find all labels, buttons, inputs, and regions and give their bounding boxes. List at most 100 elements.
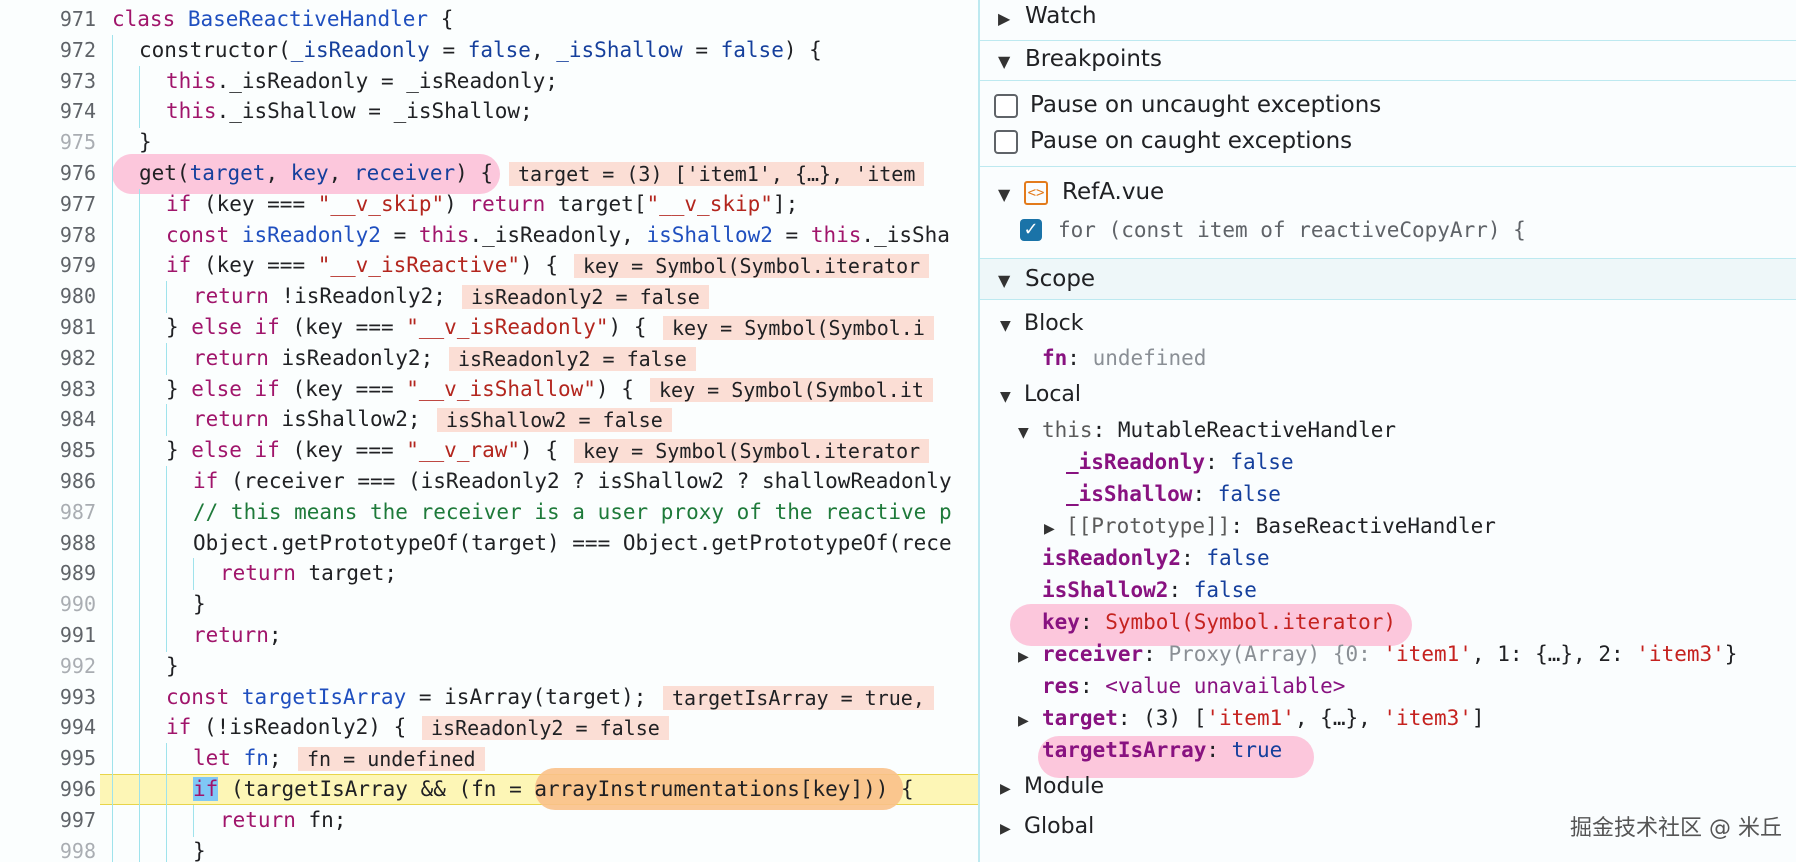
indent-guide: [112, 34, 113, 67]
scope-var-isReadonly[interactable]: _isReadonly: false: [1066, 450, 1294, 474]
breakpoint-file-name: RefA.vue: [1062, 179, 1165, 205]
watch-section-header[interactable]: ▶ Watch: [980, 0, 1796, 34]
line-number[interactable]: 971: [30, 7, 96, 31]
scope-var-fn[interactable]: fn: undefined: [1042, 346, 1206, 370]
code-text: this._isReadonly = _isReadonly;: [166, 68, 558, 93]
breakpoints-section-header[interactable]: ▼ Breakpoints: [980, 43, 1796, 77]
scope-var-this[interactable]: this: MutableReactiveHandler: [1042, 418, 1396, 442]
code-line[interactable]: 990}: [0, 589, 978, 621]
code-text: } else if (key === "__v_isShallow") {: [166, 376, 634, 401]
indent-guide: [166, 589, 167, 621]
line-number[interactable]: 986: [30, 469, 96, 493]
indent-guide: [112, 712, 113, 745]
indent-guide: [139, 250, 140, 283]
indent-guide: [112, 312, 113, 344]
source-editor[interactable]: 971 class BaseReactiveHandler {972 constru…: [0, 0, 978, 862]
code-line[interactable]: 975}: [0, 127, 978, 159]
code-line[interactable]: 977 if (key === "__v_skip") return target…: [0, 188, 978, 221]
line-number[interactable]: 981: [30, 315, 96, 339]
code-line[interactable]: 991 return;: [0, 620, 978, 652]
module-scope-label[interactable]: Module: [1024, 774, 1104, 799]
line-number[interactable]: 991: [30, 623, 96, 647]
code-text: const targetIsArray = isArray(target);: [166, 684, 647, 709]
code-line[interactable]: 983 } else if (key === "__v_isShallow") {…: [0, 373, 978, 406]
code-line[interactable]: 980 return !isReadonly2; isReadonly2 = fal…: [0, 281, 978, 313]
line-number[interactable]: 985: [30, 438, 96, 462]
line-number[interactable]: 996: [30, 777, 96, 801]
scope-var-key[interactable]: key: Symbol(Symbol.iterator): [1042, 610, 1396, 634]
line-number[interactable]: 994: [30, 715, 96, 739]
scope-var-receiver[interactable]: receiver: Proxy(Array) {0: 'item1', 1: {…: [1042, 642, 1737, 666]
line-number[interactable]: 982: [30, 346, 96, 370]
indent-guide: [139, 804, 140, 837]
scope-var-res[interactable]: res: <value unavailable>: [1042, 674, 1345, 698]
scope-var-isShallow[interactable]: _isShallow: false: [1066, 482, 1281, 506]
line-number[interactable]: 998: [30, 839, 96, 862]
line-number[interactable]: 973: [30, 69, 96, 93]
local-scope-label[interactable]: Local: [1024, 382, 1081, 407]
code-line[interactable]: 978 const isReadonly2 = this._isReadonly,…: [0, 219, 978, 252]
line-number[interactable]: 988: [30, 531, 96, 555]
inline-value-preview: isShallow2 = false: [437, 408, 672, 433]
inline-value-preview: key = Symbol(Symbol.iterator: [574, 439, 930, 464]
indent-guide: [139, 774, 140, 806]
scope-var-isShallow2[interactable]: isShallow2: false: [1042, 578, 1257, 602]
global-scope-label[interactable]: Global: [1024, 814, 1094, 839]
line-number[interactable]: 978: [30, 223, 96, 247]
line-number[interactable]: 975: [30, 130, 96, 154]
line-number[interactable]: 980: [30, 284, 96, 308]
indent-guide: [166, 527, 167, 560]
code-line[interactable]: 982 return isReadonly2; isReadonly2 = fals…: [0, 342, 978, 375]
scope-section-header[interactable]: ▼ Scope: [980, 258, 1796, 300]
line-number[interactable]: 979: [30, 253, 96, 277]
line-number[interactable]: 972: [30, 38, 96, 62]
code-line[interactable]: 976 get(target, key, receiver) {target = …: [0, 158, 978, 190]
code-line[interactable]: 997 return fn;: [0, 804, 978, 837]
code-line[interactable]: 984 return isShallow2; isShallow2 = false: [0, 404, 978, 437]
indent-guide: [166, 774, 167, 806]
line-number[interactable]: 993: [30, 685, 96, 709]
line-number[interactable]: 987: [30, 500, 96, 524]
code-line[interactable]: 989 return target;: [0, 558, 978, 591]
block-scope-label[interactable]: Block: [1024, 311, 1084, 336]
code-line[interactable]: 996 if (targetIsArray && (fn = arrayInstr…: [0, 768, 978, 810]
line-number[interactable]: 977: [30, 192, 96, 216]
code-line[interactable]: 986 if (receiver === (isReadonly2 ? isSha…: [0, 466, 978, 498]
code-line[interactable]: 988 Object.getPrototypeOf(target) === Obj…: [0, 527, 978, 560]
code-line[interactable]: 993 const targetIsArray = isArray(target)…: [0, 681, 978, 714]
pause-caught-checkbox[interactable]: [994, 130, 1018, 154]
line-number[interactable]: 989: [30, 561, 96, 585]
code-line[interactable]: 985} else if (key === "__v_raw") {key = …: [0, 435, 978, 467]
indent-guide: [112, 219, 113, 252]
code-line[interactable]: 987 // this means the receiver is a user …: [0, 496, 978, 529]
inline-value-preview: key = Symbol(Symbol.it: [650, 377, 933, 402]
scope-var-target[interactable]: target: (3) ['item1', {…}, 'item3']: [1042, 706, 1485, 730]
line-number[interactable]: 997: [30, 808, 96, 832]
code-line[interactable]: 992}: [0, 650, 978, 683]
code-line[interactable]: 994 if (!isReadonly2) {isReadonly2 = fals…: [0, 712, 978, 745]
code-line[interactable]: 998}: [0, 835, 978, 862]
code-line[interactable]: 973 this._isReadonly = _isReadonly;: [0, 65, 978, 98]
watch-title: Watch: [1025, 3, 1097, 29]
scope-var-targetIsArray[interactable]: targetIsArray: true: [1042, 738, 1282, 762]
indent-guide: [139, 96, 140, 129]
scope-var-isReadonly2[interactable]: isReadonly2: false: [1042, 546, 1270, 570]
code-line[interactable]: 979 if (key === "__v_isReactive") {key = …: [0, 250, 978, 283]
breakpoint-file-group[interactable]: ▼ <> RefA.vue: [980, 176, 1796, 210]
pause-uncaught-checkbox[interactable]: [994, 94, 1018, 118]
code-line[interactable]: 971 class BaseReactiveHandler {: [0, 4, 978, 35]
code-line[interactable]: 972 constructor(_isReadonly = false, _isS…: [0, 34, 978, 67]
code-line[interactable]: 974 this._isShallow = _isShallow;: [0, 96, 978, 129]
breakpoint-enabled-checkbox[interactable]: ✓: [1020, 219, 1042, 241]
line-number[interactable]: 995: [30, 746, 96, 770]
line-number[interactable]: 992: [30, 654, 96, 678]
scope-var-prototype[interactable]: [[Prototype]]: BaseReactiveHandler: [1066, 514, 1496, 538]
line-number[interactable]: 976: [30, 161, 96, 185]
line-number[interactable]: 984: [30, 407, 96, 431]
code-line[interactable]: 981} else if (key === "__v_isReadonly") …: [0, 312, 978, 344]
line-number[interactable]: 983: [30, 377, 96, 401]
line-number[interactable]: 990: [30, 592, 96, 616]
collapse-triangle-icon: ▼: [1018, 425, 1029, 441]
indent-guide: [112, 250, 113, 283]
line-number[interactable]: 974: [30, 99, 96, 123]
